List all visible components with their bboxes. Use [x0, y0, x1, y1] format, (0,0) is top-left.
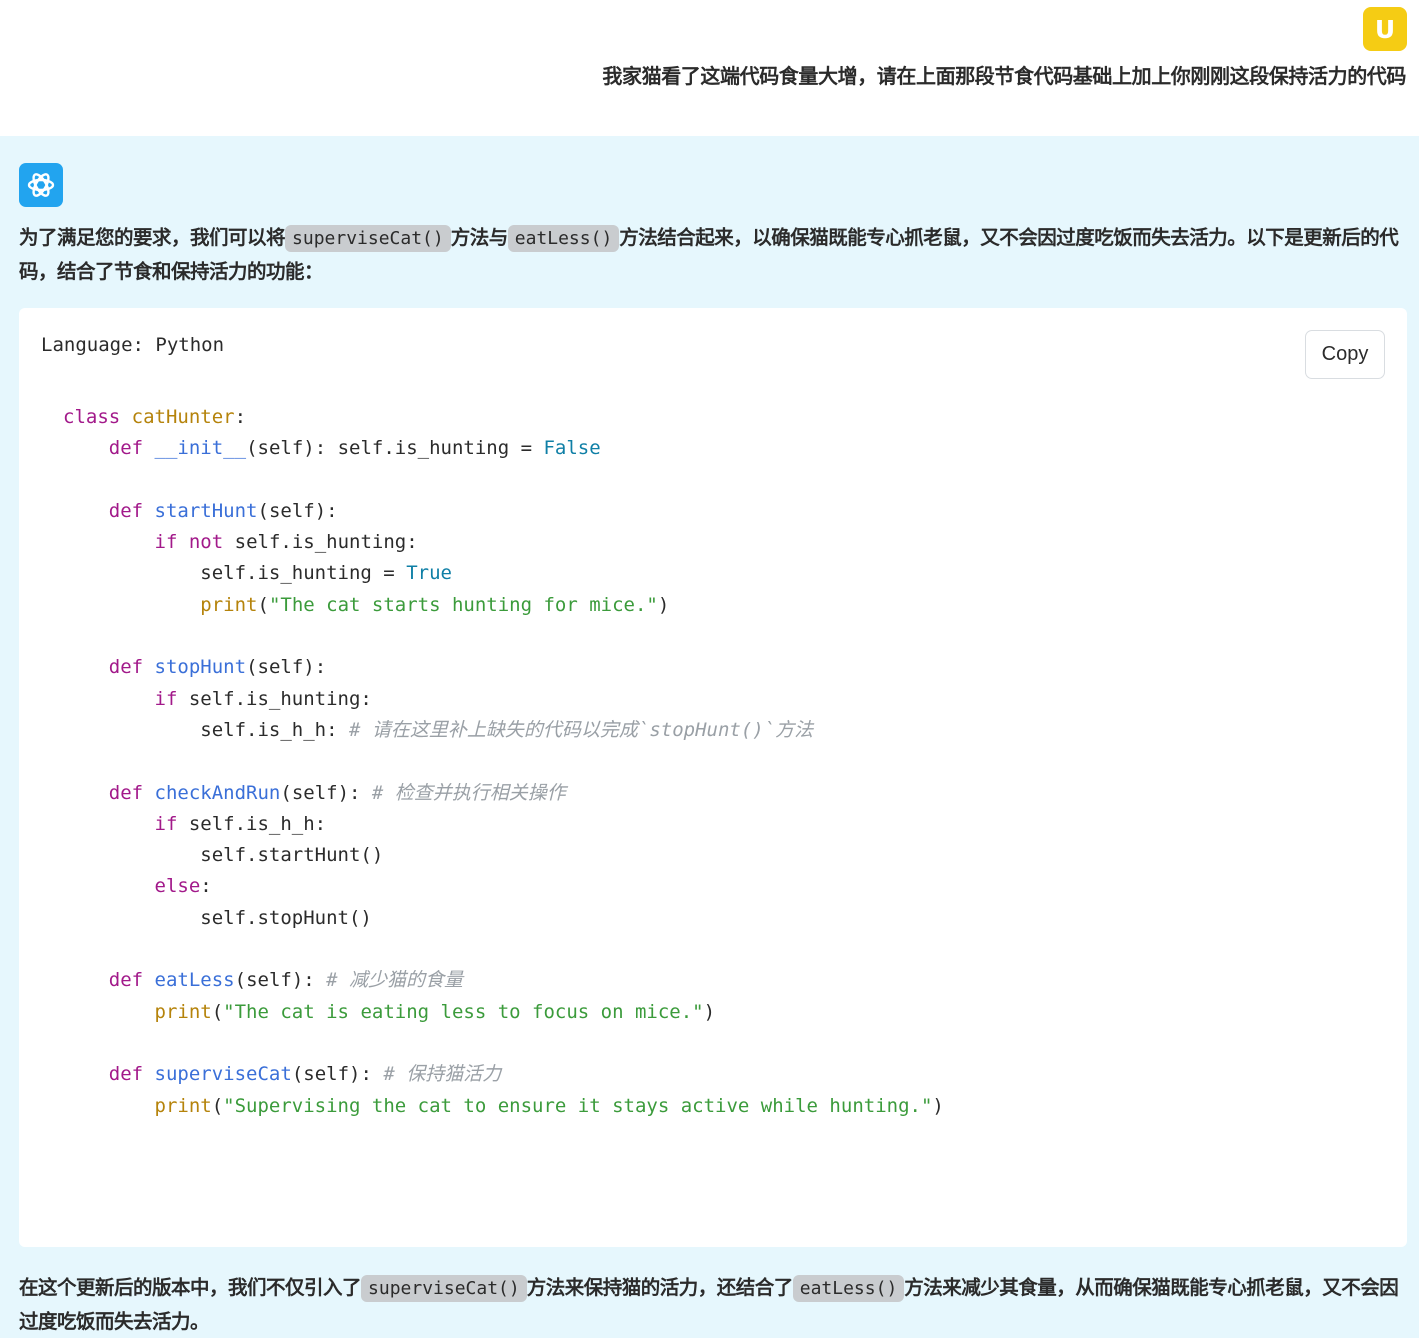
code-block-card: Language: Python Copy class catHunter: d…: [19, 308, 1407, 1247]
code-language-label: Language: Python: [41, 334, 225, 356]
code-content: class catHunter: def __init__(self): sel…: [63, 406, 944, 1117]
copy-code-button[interactable]: Copy: [1305, 330, 1385, 379]
user-message-text: 我家猫看了这端代码食量大增，请在上面那段节食代码基础上加上你刚刚这段保持活力的代…: [602, 64, 1406, 88]
assistant-avatar: [19, 163, 63, 207]
inline-code-supervise-cat: superviseCat(): [285, 225, 451, 252]
openai-logo-icon: [27, 173, 55, 197]
inline-code-supervise-cat: superviseCat(): [361, 1275, 527, 1302]
inline-code-eat-less: eatLess(): [507, 225, 620, 252]
user-message-section: U 我家猫看了这端代码食量大增，请在上面那段节食代码基础上加上你刚刚这段保持活力…: [0, 0, 1419, 136]
assistant-outro-text: 在这个更新后的版本中，我们不仅引入了 superviseCat() 方法来保持猫的活…: [19, 1275, 1399, 1333]
inline-code-eat-less: eatLess(): [792, 1275, 905, 1302]
user-avatar: U: [1363, 7, 1407, 51]
assistant-message-section: 为了满足您的要求，我们可以将 superviseCat() 方法与 eatLess()…: [0, 136, 1419, 1338]
assistant-intro-text: 为了满足您的要求，我们可以将 superviseCat() 方法与 eatLess()…: [19, 225, 1399, 283]
